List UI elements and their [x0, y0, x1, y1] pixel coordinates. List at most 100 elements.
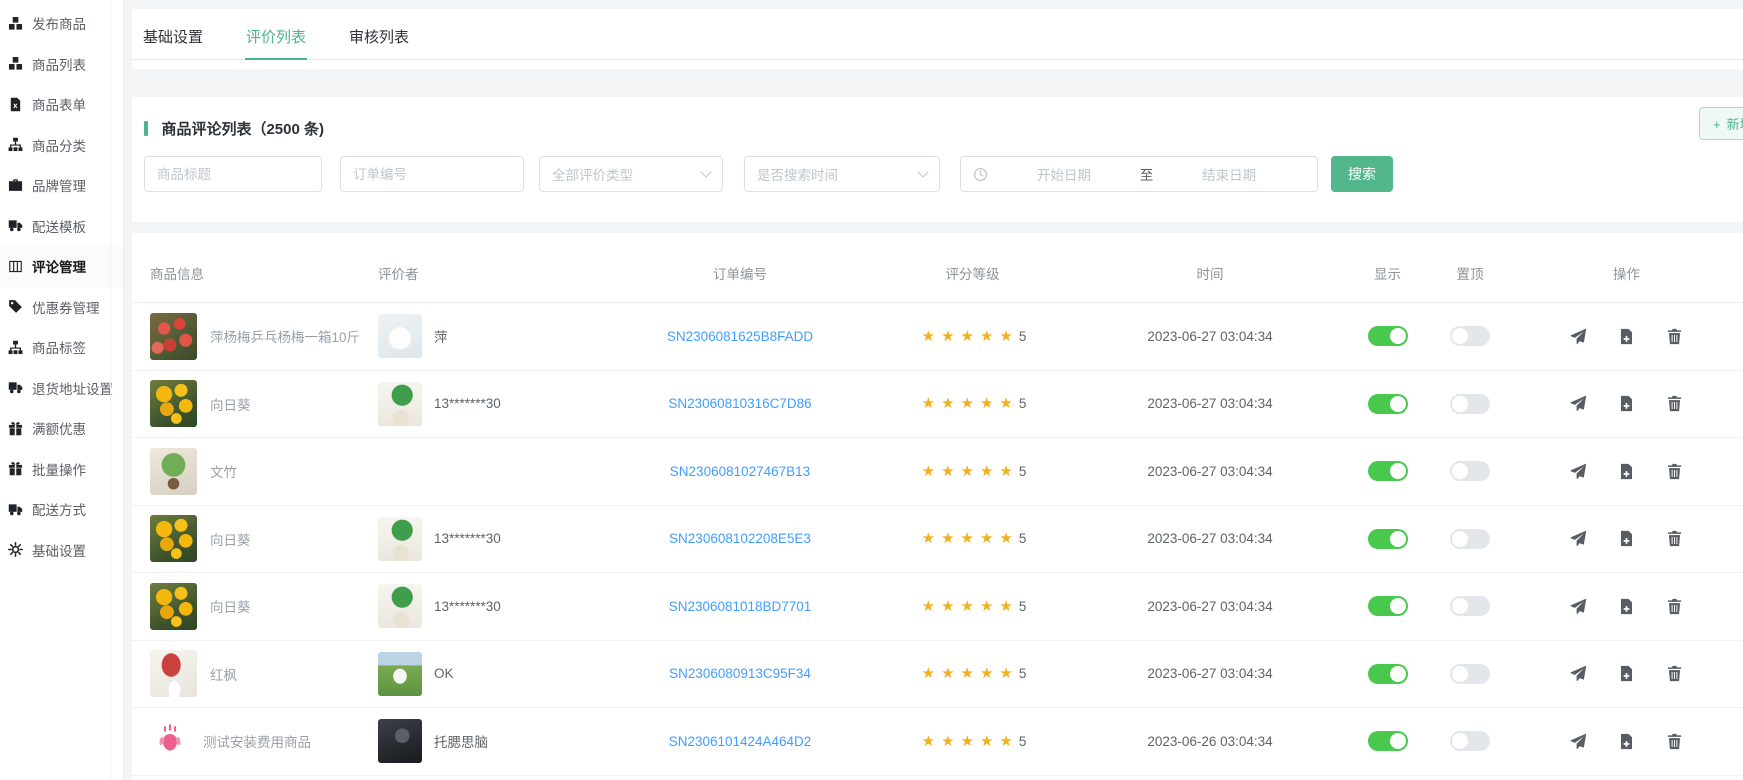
search-button[interactable]: 搜索: [1331, 156, 1393, 192]
sidebar-item-batch-operations[interactable]: 批量操作: [0, 449, 123, 490]
time-search-select[interactable]: 是否搜索时间: [744, 156, 940, 192]
visible-cell: [1345, 394, 1430, 414]
delete-button[interactable]: [1666, 598, 1683, 615]
file-plus-icon: [1618, 670, 1635, 685]
reviewer-avatar: [378, 382, 422, 426]
visible-toggle[interactable]: [1368, 394, 1408, 414]
order-cell: SN230608102208E5E3: [610, 531, 870, 546]
add-file-button[interactable]: [1618, 665, 1635, 682]
delete-button[interactable]: [1666, 530, 1683, 547]
send-button[interactable]: [1570, 665, 1587, 682]
plus-icon: +: [1713, 117, 1721, 132]
tab-basic-settings[interactable]: 基础设置: [142, 9, 204, 60]
send-button[interactable]: [1570, 328, 1587, 345]
visible-toggle[interactable]: [1368, 664, 1408, 684]
order-number-link[interactable]: SN2306101424A464D2: [610, 734, 870, 749]
delete-button[interactable]: [1666, 328, 1683, 345]
sidebar-item-product-tags[interactable]: 商品标签: [0, 327, 123, 368]
tab-audit-list[interactable]: 审核列表: [348, 9, 410, 60]
pinned-toggle[interactable]: [1450, 394, 1490, 414]
add-file-button[interactable]: [1618, 395, 1635, 412]
sidebar-item-brand-management[interactable]: 品牌管理: [0, 165, 123, 206]
product-title-input[interactable]: [144, 156, 322, 192]
star-icon: ★: [999, 665, 1012, 682]
sidebar-item-comment-management[interactable]: 评论管理: [0, 246, 123, 287]
pinned-toggle[interactable]: [1450, 596, 1490, 616]
order-no-input[interactable]: [340, 156, 524, 192]
review-type-select[interactable]: 全部评价类型: [539, 156, 723, 192]
order-number-link[interactable]: SN2306081625B8FADD: [610, 329, 870, 344]
start-date-placeholder[interactable]: 开始日期: [988, 164, 1140, 184]
sidebar-item-publish-product[interactable]: 发布商品: [0, 3, 123, 44]
add-file-button[interactable]: [1618, 463, 1635, 480]
order-number-link[interactable]: SN230608102208E5E3: [610, 531, 870, 546]
sidebar-item-full-discount[interactable]: 满额优惠: [0, 408, 123, 449]
send-button[interactable]: [1570, 395, 1587, 412]
sidebar-item-coupon-management[interactable]: 优惠券管理: [0, 287, 123, 328]
order-number-link[interactable]: SN2306081018BD7701: [610, 599, 870, 614]
send-button[interactable]: [1570, 463, 1587, 480]
visible-toggle[interactable]: [1368, 461, 1408, 481]
pinned-toggle[interactable]: [1450, 731, 1490, 751]
rating-cell: ★★★★★5: [870, 462, 1075, 481]
delete-button[interactable]: [1666, 395, 1683, 412]
order-number-link[interactable]: SN2306080913C95F34: [610, 666, 870, 681]
pinned-toggle[interactable]: [1450, 529, 1490, 549]
delete-button[interactable]: [1666, 463, 1683, 480]
delete-button[interactable]: [1666, 733, 1683, 750]
order-number-link[interactable]: SN2306081027467B13: [610, 464, 870, 479]
pinned-toggle[interactable]: [1450, 326, 1490, 346]
tab-review-list[interactable]: 评价列表: [245, 9, 307, 60]
date-range-picker[interactable]: 开始日期 至 结束日期: [960, 156, 1318, 192]
add-button[interactable]: +新增: [1699, 107, 1743, 140]
sidebar-item-product-list[interactable]: 商品列表: [0, 44, 123, 85]
paper-plane-icon: [1570, 468, 1587, 483]
send-button[interactable]: [1570, 733, 1587, 750]
star-icon: ★: [980, 463, 993, 480]
sidebar-item-basic-settings[interactable]: 基础设置: [0, 530, 123, 571]
send-button[interactable]: [1570, 598, 1587, 615]
add-file-button[interactable]: [1618, 530, 1635, 547]
visible-toggle[interactable]: [1368, 326, 1408, 346]
order-number-link[interactable]: SN23060810316C7D86: [610, 396, 870, 411]
rating-value: 5: [1019, 396, 1027, 411]
sidebar-divider: [110, 0, 111, 780]
pinned-toggle[interactable]: [1450, 664, 1490, 684]
star-icon: ★: [922, 665, 935, 682]
visible-toggle[interactable]: [1368, 529, 1408, 549]
sidebar-item-delivery-template[interactable]: 配送模板: [0, 206, 123, 247]
visible-toggle[interactable]: [1368, 596, 1408, 616]
column-header: 置顶: [1430, 263, 1510, 283]
visible-toggle[interactable]: [1368, 731, 1408, 751]
pinned-cell: [1430, 731, 1510, 751]
star-icon: ★: [980, 530, 993, 547]
sidebar-item-delivery-method[interactable]: 配送方式: [0, 489, 123, 530]
tabs-card: 基础设置评价列表审核列表: [132, 9, 1743, 69]
star-icon: ★: [941, 665, 954, 682]
title-accent-bar: [144, 121, 148, 136]
sidebar-item-label: 商品表单: [32, 94, 86, 114]
rating-cell: ★★★★★5: [870, 664, 1075, 683]
star-icon: ★: [941, 598, 954, 615]
star-icon: ★: [980, 328, 993, 345]
sidebar-item-label: 评论管理: [32, 256, 86, 276]
filter-panel: 商品评论列表（2500 条) +新增 全部评价类型 是否搜索时间 开始日期 至 …: [132, 97, 1743, 222]
sidebar-item-product-form[interactable]: 商品表单: [0, 84, 123, 125]
delete-button[interactable]: [1666, 665, 1683, 682]
sidebar-item-return-address-settings[interactable]: 退货地址设置: [0, 368, 123, 409]
truck-icon: [7, 218, 23, 234]
send-button[interactable]: [1570, 530, 1587, 547]
paper-plane-icon: [1570, 535, 1587, 550]
star-icon: ★: [961, 530, 974, 547]
product-name: 向日葵: [210, 596, 251, 616]
product-image: [150, 583, 197, 630]
end-date-placeholder[interactable]: 结束日期: [1153, 164, 1305, 184]
sidebar-item-label: 商品标签: [32, 337, 86, 357]
sidebar-item-product-category[interactable]: 商品分类: [0, 125, 123, 166]
add-file-button[interactable]: [1618, 733, 1635, 750]
comments-table: 商品信息评价者订单编号评分等级时间显示置顶操作 萍杨梅乒乓杨梅一箱10斤萍SN2…: [132, 233, 1743, 780]
add-file-button[interactable]: [1618, 598, 1635, 615]
add-file-button[interactable]: [1618, 328, 1635, 345]
star-icon: ★: [961, 395, 974, 412]
pinned-toggle[interactable]: [1450, 461, 1490, 481]
